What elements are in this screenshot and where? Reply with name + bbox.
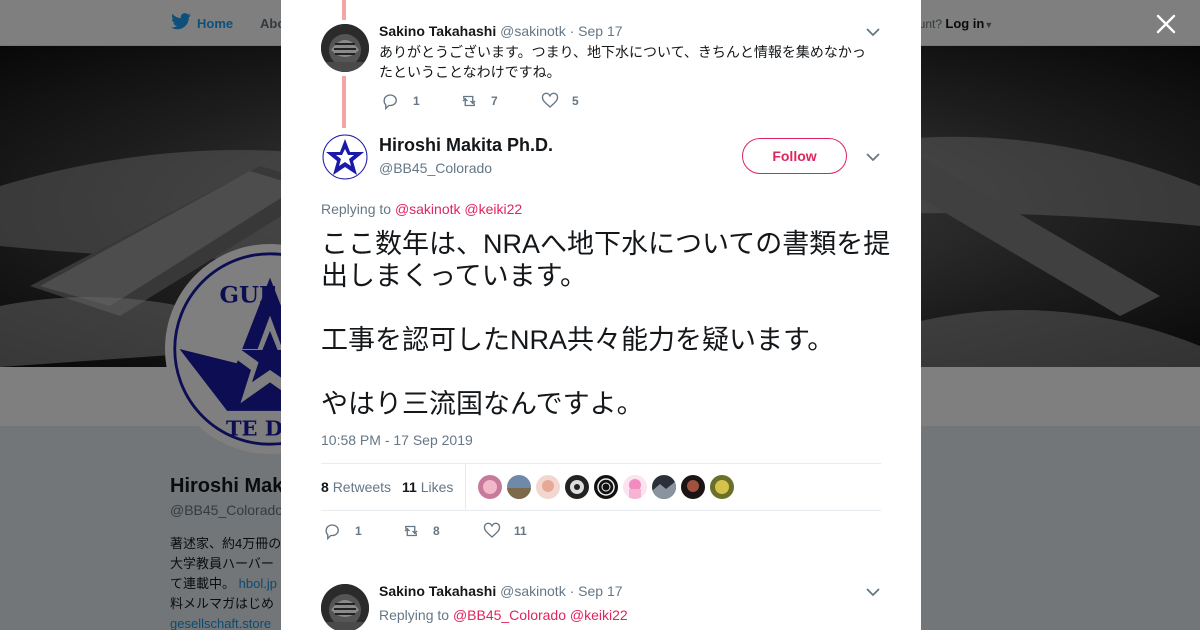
tweet-author-name[interactable]: Sakino Takahashi xyxy=(379,23,496,39)
liker-avatar[interactable] xyxy=(507,475,531,499)
retweet-action[interactable]: 8 xyxy=(402,521,440,541)
liker-avatar[interactable] xyxy=(652,475,676,499)
liker-avatar[interactable] xyxy=(710,475,734,499)
liker-avatar[interactable] xyxy=(594,475,618,499)
mention-link[interactable]: @keiki22 xyxy=(570,607,628,623)
follow-button[interactable]: Follow xyxy=(742,138,847,174)
tweet-author-name[interactable]: Sakino Takahashi xyxy=(379,583,496,599)
reply-action[interactable]: 1 xyxy=(324,521,362,541)
retweet-icon xyxy=(462,95,476,107)
tweet-author-handle[interactable]: @sakinotk xyxy=(500,23,566,39)
retweets-stat[interactable]: 8 Retweets xyxy=(321,479,391,495)
likes-stat[interactable]: 11 Likes xyxy=(402,479,453,495)
chevron-down-icon[interactable] xyxy=(866,27,880,37)
thread-connector xyxy=(342,0,346,20)
retweets-stat-label: Retweets xyxy=(332,479,392,495)
reply-icon xyxy=(383,94,397,110)
replying-to-label: Replying to xyxy=(321,201,392,217)
likes-stat-count: 11 xyxy=(402,479,417,495)
retweet-action[interactable]: 7 xyxy=(460,91,498,111)
replying-to-line: Replying to @BB45_Colorado @keiki22 xyxy=(379,607,628,623)
reply-count: 1 xyxy=(413,94,420,108)
main-tweet-text: ここ数年は、NRAへ地下水についての書類を提出しまくっています。 工事を認可した… xyxy=(321,228,891,452)
retweet-count: 7 xyxy=(491,94,498,108)
heart-icon xyxy=(483,522,501,538)
tweet-stats: 8 Retweets 11 Likes xyxy=(321,463,881,511)
like-count: 5 xyxy=(572,94,579,108)
close-icon[interactable] xyxy=(1154,12,1178,36)
chevron-down-icon[interactable] xyxy=(866,587,880,597)
main-author-name[interactable]: Hiroshi Makita Ph.D. xyxy=(379,135,553,156)
main-author-avatar[interactable] xyxy=(321,133,369,181)
liker-avatar[interactable] xyxy=(478,475,502,499)
replying-to-label: Replying to xyxy=(379,607,450,623)
tweet-author-avatar[interactable] xyxy=(321,24,369,72)
mention-link[interactable]: @sakinotk xyxy=(395,201,461,217)
liker-avatar[interactable] xyxy=(623,475,647,499)
stats-divider xyxy=(465,464,466,510)
retweet-count: 8 xyxy=(433,524,440,538)
tweet-date[interactable]: · Sep 17 xyxy=(570,23,623,39)
reply-count: 1 xyxy=(355,524,362,538)
heart-icon xyxy=(541,92,559,108)
thread-connector xyxy=(342,76,346,128)
tweet-header: Sakino Takahashi @sakinotk · Sep 17 xyxy=(379,23,623,39)
mention-link[interactable]: @keiki22 xyxy=(464,201,522,217)
tweet-author-handle[interactable]: @sakinotk xyxy=(500,583,566,599)
main-author-handle[interactable]: @BB45_Colorado xyxy=(379,160,492,176)
tweet-author-avatar[interactable] xyxy=(321,584,369,630)
like-count: 11 xyxy=(514,524,527,538)
liker-avatar[interactable] xyxy=(536,475,560,499)
like-action[interactable]: 5 xyxy=(541,91,579,111)
tweet-paragraph: 工事を認可したNRA共々能力を疑います。 xyxy=(321,325,835,355)
liker-avatar[interactable] xyxy=(681,475,705,499)
mention-link[interactable]: @BB45_Colorado xyxy=(453,607,566,623)
tweet-timestamp[interactable]: 10:58 PM - 17 Sep 2019 xyxy=(321,432,473,448)
tweet-text: ありがとうございます。つまり、地下水について、きちんと情報を集めなかったというこ… xyxy=(379,44,866,80)
liker-avatar[interactable] xyxy=(565,475,589,499)
tweet-permalink-modal: Sakino Takahashi @sakinotk · Sep 17 ありがと… xyxy=(281,0,921,630)
reply-action[interactable]: 1 xyxy=(382,91,420,111)
likes-stat-label: Likes xyxy=(420,479,454,495)
like-action[interactable]: 11 xyxy=(483,521,527,541)
retweet-icon xyxy=(404,525,418,537)
tweet-paragraph: ここ数年は、NRAへ地下水についての書類を提出しまくっています。 xyxy=(321,229,891,291)
tweet-date[interactable]: · Sep 17 xyxy=(570,583,623,599)
tweet-header: Sakino Takahashi @sakinotk · Sep 17 xyxy=(379,583,623,599)
tweet-paragraph: やはり三流国なんですよ。 xyxy=(321,389,644,419)
retweets-stat-count: 8 xyxy=(321,479,329,495)
replying-to-line: Replying to @sakinotk @keiki22 xyxy=(321,201,522,217)
chevron-down-icon[interactable] xyxy=(866,152,880,162)
reply-icon xyxy=(325,524,339,540)
